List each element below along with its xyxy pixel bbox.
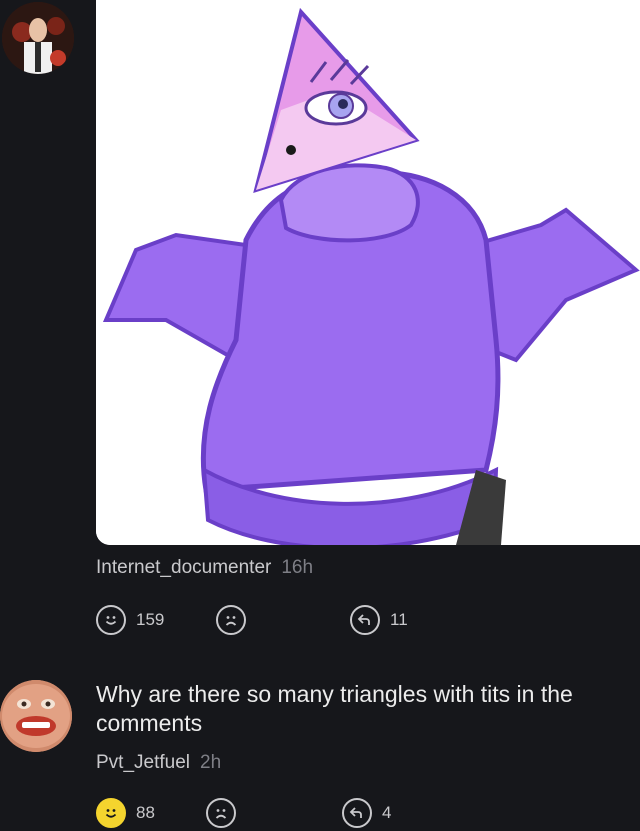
username[interactable]: Internet_documenter — [96, 557, 271, 578]
like-button[interactable]: 88 — [96, 798, 155, 828]
like-button[interactable]: 159 — [96, 605, 164, 635]
reply-button[interactable]: 11 — [350, 605, 408, 635]
reply-button[interactable]: 4 — [342, 798, 391, 828]
reply-icon[interactable] — [350, 605, 380, 635]
frown-icon[interactable] — [216, 605, 246, 635]
timestamp: 2h — [200, 752, 222, 773]
like-count: 88 — [136, 803, 155, 822]
timestamp: 16h — [281, 557, 314, 578]
dislike-button[interactable] — [216, 605, 246, 635]
comment-meta: Internet_documenter 16h — [96, 557, 313, 579]
smile-icon[interactable] — [96, 798, 126, 828]
user-avatar[interactable] — [0, 680, 72, 752]
like-count: 159 — [136, 610, 165, 629]
smile-icon[interactable] — [96, 605, 126, 635]
user-avatar[interactable] — [2, 2, 74, 74]
frown-icon[interactable] — [206, 798, 236, 828]
username[interactable]: Pvt_Jetfuel — [96, 752, 190, 773]
comments-feed: Internet_documenter 16h 159 11 Why are th — [0, 0, 640, 831]
reply-icon[interactable] — [342, 798, 372, 828]
comment-text: Why are there so many triangles with tit… — [96, 681, 573, 736]
reply-count: 11 — [390, 610, 408, 629]
comment-meta: Pvt_Jetfuel 2h — [96, 752, 221, 774]
dislike-button[interactable] — [206, 798, 236, 828]
reply-count: 4 — [382, 803, 392, 822]
post-image[interactable] — [96, 0, 640, 545]
